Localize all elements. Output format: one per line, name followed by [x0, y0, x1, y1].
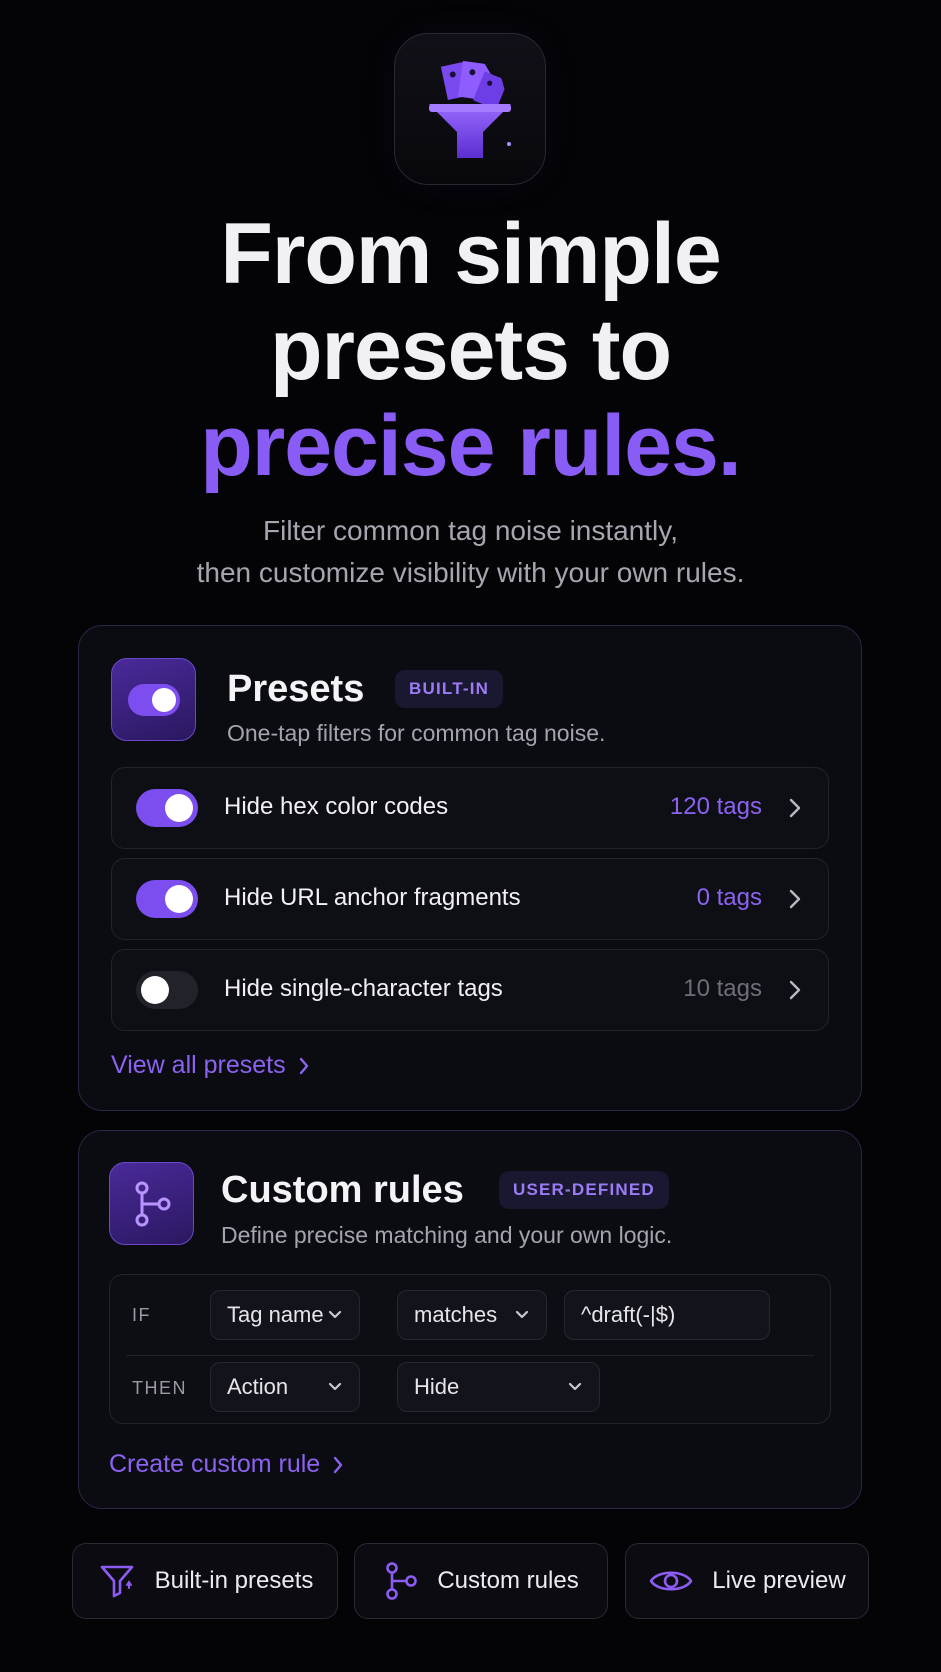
presets-badge: BUILT-IN	[395, 670, 504, 708]
chevron-down-icon	[568, 1382, 582, 1391]
create-custom-rule-link[interactable]: Create custom rule	[109, 1450, 344, 1479]
if-operator-value: matches	[414, 1302, 498, 1327]
preset-row-single-char[interactable]: Hide single-character tags 10 tags	[111, 949, 829, 1031]
toggle-icon	[127, 683, 180, 716]
rule-if-label: IF	[132, 1305, 151, 1325]
chevron-right-icon	[299, 1057, 308, 1074]
chevron-right-icon	[789, 889, 801, 909]
branch-icon	[386, 1562, 418, 1600]
chevron-right-icon	[789, 798, 801, 818]
feature-chip-label: Live preview	[712, 1567, 846, 1594]
headline-line-2: presets to	[269, 302, 672, 398]
custom-rules-card-icon	[109, 1162, 194, 1245]
preset-count: 120 tags	[669, 793, 762, 820]
if-field-select[interactable]: Tag name	[210, 1290, 360, 1340]
view-all-presets-link[interactable]: View all presets	[111, 1051, 310, 1080]
preset-label: Hide hex color codes	[224, 793, 449, 820]
then-field-value: Action	[227, 1374, 289, 1399]
chevron-down-icon	[328, 1310, 342, 1319]
then-field-select[interactable]: Action	[210, 1362, 360, 1412]
presets-description: One-tap filters for common tag noise.	[227, 720, 606, 746]
headline-accent: precise rules.	[200, 398, 742, 494]
rule-divider	[126, 1355, 814, 1356]
eye-icon	[649, 1571, 693, 1591]
feature-chip-label: Custom rules	[437, 1567, 579, 1594]
view-all-presets-label: View all presets	[111, 1051, 286, 1079]
branch-icon	[135, 1181, 170, 1226]
subhead-line-2: then customize visibility with your own …	[196, 557, 745, 588]
funnel-icon	[100, 1565, 133, 1598]
presets-card: Presets BUILT-IN One-tap filters for com…	[78, 625, 862, 1111]
headline-line-1: From simple	[220, 206, 721, 302]
preset-toggle-url[interactable]	[136, 880, 198, 918]
preset-toggle-hex[interactable]	[136, 789, 198, 827]
preset-row-hex[interactable]: Hide hex color codes 120 tags	[111, 767, 829, 849]
presets-title: Presets	[227, 668, 365, 710]
chevron-right-icon	[334, 1456, 343, 1473]
then-action-value: Hide	[414, 1374, 460, 1399]
then-action-select[interactable]: Hide	[397, 1362, 600, 1412]
feature-chip-custom-rules[interactable]: Custom rules	[354, 1543, 608, 1619]
custom-rules-card: Custom rules USER-DEFINED Define precise…	[78, 1130, 862, 1509]
preset-count: 10 tags	[683, 975, 762, 1002]
tag-funnel-icon	[429, 60, 511, 158]
if-pattern-input[interactable]: ^draft(-|$)	[564, 1290, 770, 1340]
custom-rules-title: Custom rules	[221, 1169, 464, 1211]
create-custom-rule-label: Create custom rule	[109, 1450, 321, 1478]
presets-card-icon	[111, 658, 196, 741]
app-icon	[394, 33, 546, 185]
chevron-right-icon	[789, 980, 801, 1000]
preset-label: Hide URL anchor fragments	[224, 884, 521, 911]
if-operator-select[interactable]: matches	[397, 1290, 547, 1340]
feature-chip-label: Built-in presets	[154, 1567, 314, 1594]
feature-chip-presets[interactable]: Built-in presets	[72, 1543, 338, 1619]
rule-then-label: THEN	[132, 1378, 187, 1398]
preset-row-url[interactable]: Hide URL anchor fragments 0 tags	[111, 858, 829, 940]
chevron-down-icon	[515, 1310, 529, 1319]
hero-subhead: Filter common tag noise instantly, then …	[0, 510, 941, 594]
preset-label: Hide single-character tags	[224, 975, 503, 1002]
if-field-value: Tag name	[227, 1302, 324, 1327]
chevron-down-icon	[328, 1382, 342, 1391]
preset-count: 0 tags	[696, 884, 762, 911]
feature-chip-live-preview[interactable]: Live preview	[625, 1543, 869, 1619]
preset-toggle-single-char[interactable]	[136, 971, 198, 1009]
hero-headline: From simple presets to precise rules.	[0, 206, 941, 494]
rule-editor: IF Tag name matches ^draft(-|$) THEN Act…	[109, 1274, 831, 1424]
subhead-line-1: Filter common tag noise instantly,	[263, 515, 678, 546]
custom-rules-badge: USER-DEFINED	[499, 1171, 669, 1209]
custom-rules-description: Define precise matching and your own log…	[221, 1222, 673, 1248]
